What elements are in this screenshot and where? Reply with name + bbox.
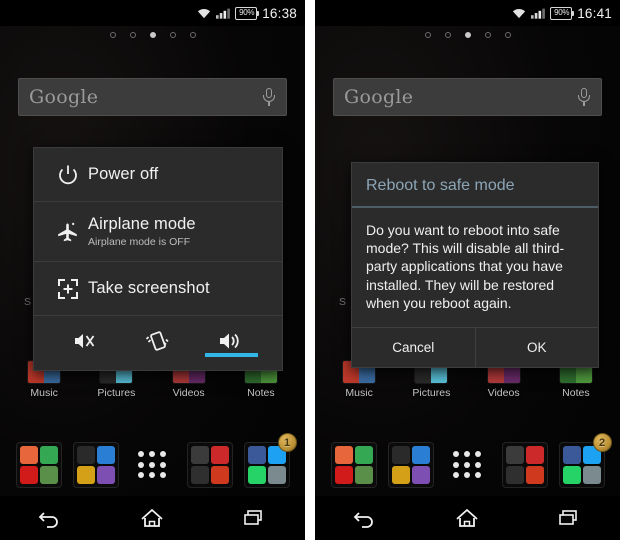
page-dot[interactable]: [129, 32, 136, 38]
page-dot-active[interactable]: [464, 32, 471, 38]
silent-mode-button[interactable]: [48, 329, 121, 357]
dialog-button-row: Cancel OK: [352, 326, 599, 367]
hidden-widget-text: S: [339, 296, 347, 308]
widget-label: Notes: [562, 387, 590, 399]
folder-icon: [186, 442, 233, 488]
folder-icon: [72, 442, 119, 488]
status-bar: 90% 16:41: [315, 0, 620, 26]
status-clock: 16:41: [577, 5, 612, 21]
phone-panel-power-menu: 90% 16:38 Google S re Mu: [0, 0, 305, 540]
dock: 1: [0, 433, 305, 493]
dock: 2: [315, 433, 620, 493]
dock-item-social-folder[interactable]: 1: [243, 433, 297, 488]
folder-icon: [501, 442, 548, 488]
notification-badge: 2: [592, 433, 612, 452]
dock-item-social-folder[interactable]: 2: [558, 433, 612, 488]
page-dot[interactable]: [444, 32, 451, 38]
widget-label: Music: [30, 387, 58, 399]
google-search-widget[interactable]: Google: [18, 78, 287, 116]
power-icon: [48, 164, 88, 186]
page-dot[interactable]: [189, 32, 196, 38]
signal-icon: [531, 7, 545, 19]
page-dot[interactable]: [484, 32, 491, 38]
folder-icon: [330, 442, 377, 488]
dock-item-media-folder[interactable]: [501, 442, 548, 488]
microphone-icon[interactable]: [262, 86, 276, 108]
home-button[interactable]: [122, 500, 182, 536]
page-dot-active[interactable]: [149, 32, 156, 38]
navigation-bar: [315, 496, 620, 540]
signal-icon: [216, 7, 230, 19]
dialog-title: Reboot to safe mode: [352, 163, 598, 208]
power-menu-item-airplane-mode[interactable]: Airplane mode Airplane mode is OFF: [34, 202, 282, 262]
cancel-button[interactable]: Cancel: [352, 328, 475, 367]
page-dot[interactable]: [169, 32, 176, 38]
sound-mode-button[interactable]: [195, 329, 268, 357]
hidden-widget-text: S: [24, 296, 32, 308]
ok-button[interactable]: OK: [474, 327, 599, 367]
dock-item-phone-folder[interactable]: [387, 442, 434, 488]
power-menu-item-label: Airplane mode: [88, 215, 196, 233]
power-menu-item-sublabel: Airplane mode is OFF: [88, 236, 191, 248]
screenshot-icon: [48, 278, 88, 300]
notification-badge: 1: [277, 433, 297, 452]
microphone-icon[interactable]: [577, 86, 591, 108]
folder-icon: [387, 442, 434, 488]
power-menu-item-take-screenshot[interactable]: Take screenshot: [34, 262, 282, 316]
phone-panel-reboot-dialog: 90% 16:41 Google S re Music: [315, 0, 620, 540]
widget-label: Pictures: [412, 387, 451, 399]
power-menu-sound-modes: [34, 316, 282, 370]
app-drawer-icon: [445, 442, 491, 488]
recents-button[interactable]: [224, 500, 284, 536]
power-menu-item-label: Take screenshot: [88, 279, 210, 297]
navigation-bar: [0, 496, 305, 540]
search-input[interactable]: Google: [344, 86, 577, 108]
back-button[interactable]: [336, 500, 396, 536]
widget-label: Videos: [172, 387, 205, 399]
dock-item-media-folder[interactable]: [186, 442, 233, 488]
back-button[interactable]: [21, 500, 81, 536]
dock-item-phone-folder[interactable]: [72, 442, 119, 488]
status-clock: 16:38: [262, 5, 297, 21]
folder-icon: [15, 442, 62, 488]
dock-item-browsers-folder[interactable]: [15, 442, 62, 488]
vibrate-icon: [144, 329, 172, 358]
screenshot-stage: 90% 16:38 Google S re Mu: [0, 0, 620, 540]
power-menu-dialog: Power off Airplane mode Airplane mode is…: [33, 147, 283, 371]
widget-label: Pictures: [97, 387, 136, 399]
app-drawer-icon: [130, 442, 176, 488]
airplane-icon: [48, 221, 88, 243]
home-button[interactable]: [437, 500, 497, 536]
page-dot[interactable]: [424, 32, 431, 38]
google-search-widget[interactable]: Google: [333, 78, 602, 116]
power-menu-item-label: Power off: [88, 165, 159, 183]
page-indicator: [315, 32, 620, 38]
page-dot[interactable]: [109, 32, 116, 38]
widget-label: Notes: [247, 387, 275, 399]
dock-item-browsers-folder[interactable]: [330, 442, 377, 488]
dock-item-app-drawer[interactable]: [445, 442, 491, 488]
wifi-icon: [197, 7, 211, 19]
widget-label: Videos: [487, 387, 520, 399]
power-menu-item-power-off[interactable]: Power off: [34, 148, 282, 202]
mute-icon: [72, 330, 98, 357]
wifi-icon: [512, 7, 526, 19]
vibrate-mode-button[interactable]: [121, 329, 194, 357]
battery-indicator: 90%: [235, 6, 260, 20]
dialog-message: Do you want to reboot into safe mode? Th…: [366, 222, 565, 311]
dock-item-app-drawer[interactable]: [130, 442, 176, 488]
page-indicator: [0, 32, 305, 38]
page-dot[interactable]: [504, 32, 511, 38]
recents-button[interactable]: [539, 500, 599, 536]
widget-label: Music: [345, 387, 373, 399]
status-bar: 90% 16:38: [0, 0, 305, 26]
selected-indicator: [204, 353, 258, 357]
battery-indicator: 90%: [550, 6, 575, 20]
reboot-safe-mode-dialog: Reboot to safe mode Do you want to reboo…: [351, 162, 599, 368]
search-input[interactable]: Google: [29, 86, 262, 108]
